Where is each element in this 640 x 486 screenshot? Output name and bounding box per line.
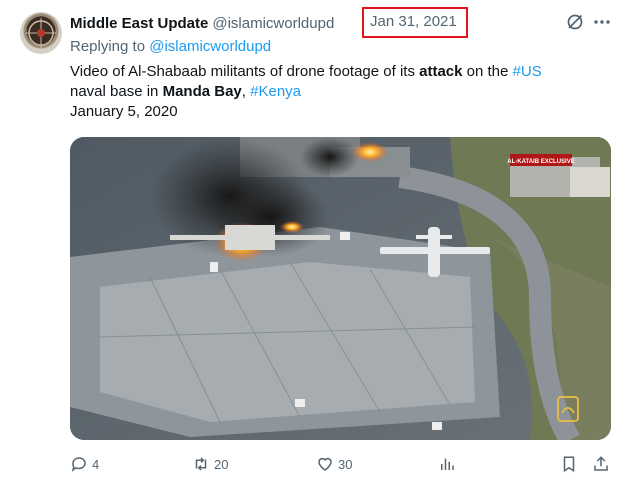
hashtag-us[interactable]: #US <box>513 63 542 80</box>
text-segment: on the <box>462 63 513 80</box>
author-name[interactable]: Middle East Update <box>70 15 208 32</box>
text-bold-manda-bay: Manda Bay <box>162 83 242 100</box>
reply-count: 4 <box>92 456 100 472</box>
reply-icon <box>71 457 86 472</box>
media-overlay-label: AL-KATAIB EXCLUSIVE <box>507 159 574 165</box>
bookmark-icon <box>563 456 575 473</box>
repost-count: 20 <box>214 456 229 472</box>
reply-button[interactable]: 4 <box>70 452 99 476</box>
repost-button[interactable]: 20 <box>192 452 228 476</box>
text-segment: Video of Al-Shabaab militants of drone f… <box>70 63 420 80</box>
tweet-text: Video of Al-Shabaab militants of drone f… <box>70 62 610 122</box>
avatar[interactable] <box>20 12 62 54</box>
tweet-header: Middle East Update @islamicworldupd <box>70 12 334 34</box>
replying-to: Replying to @islamicworldupd <box>70 38 271 55</box>
hashtag-kenya[interactable]: #Kenya <box>250 83 301 100</box>
grok-icon[interactable] <box>566 13 584 31</box>
share-icon <box>594 456 608 471</box>
tweet-date[interactable]: Jan 31, 2021 <box>370 13 457 30</box>
repost-icon <box>195 457 207 471</box>
text-segment: , <box>241 83 251 100</box>
bookmark-button[interactable] <box>560 452 582 476</box>
action-bar: 4 20 30 <box>70 452 615 476</box>
like-icon <box>318 457 332 471</box>
more-icon[interactable] <box>592 13 612 31</box>
text-date-line: January 5, 2020 <box>70 103 178 120</box>
media-video[interactable]: AL-KATAIB EXCLUSIVE <box>70 137 611 440</box>
text-segment: naval base in <box>70 83 163 100</box>
text-bold-attack: attack <box>419 63 463 80</box>
author-handle[interactable]: @islamicworldupd <box>212 15 334 32</box>
views-icon <box>441 458 454 470</box>
replying-to-label: Replying to <box>70 38 146 55</box>
tweet: Middle East Update @islamicworldupd Jan … <box>0 0 640 486</box>
share-button[interactable] <box>592 452 614 476</box>
like-count: 30 <box>338 456 353 472</box>
replying-to-handle[interactable]: @islamicworldupd <box>149 38 271 55</box>
like-button[interactable]: 30 <box>316 452 352 476</box>
views-button[interactable] <box>438 452 460 476</box>
